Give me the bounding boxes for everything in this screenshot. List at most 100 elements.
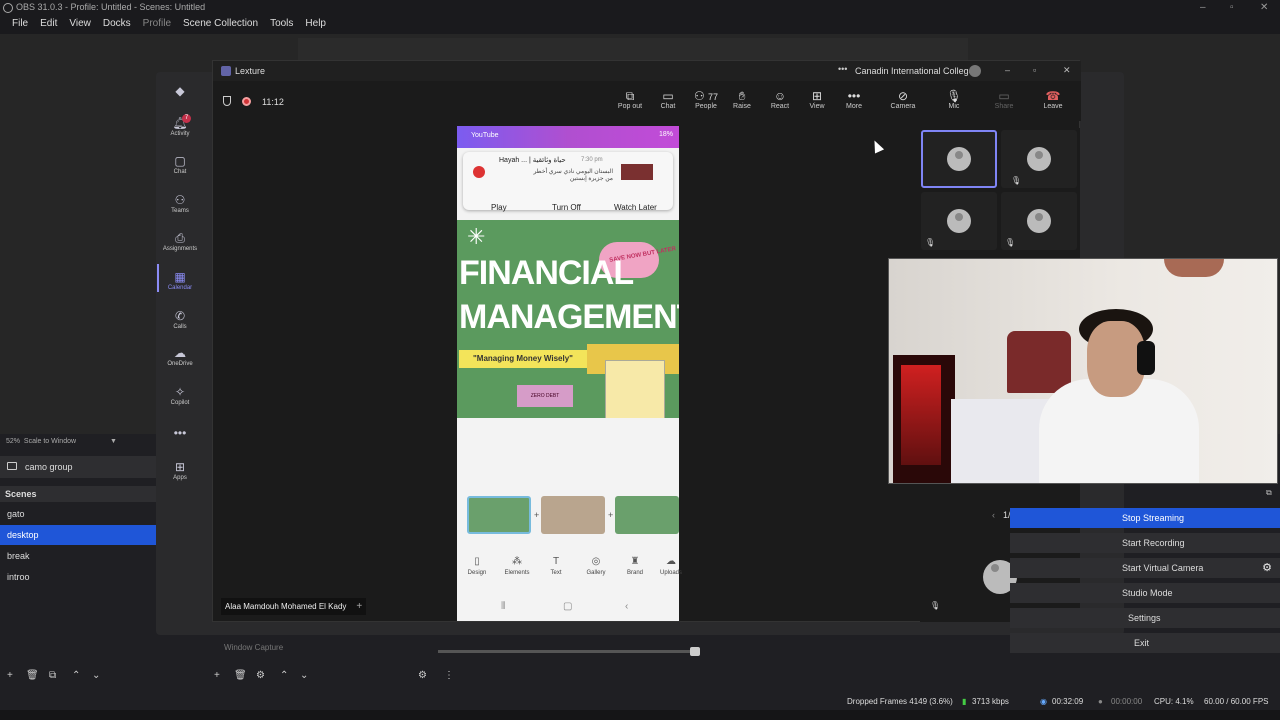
teams-icon: ⚇ [174,193,186,207]
notif-turnoff: Turn Off [552,203,581,212]
popout-button[interactable]: ⧉ Pop out [613,89,647,110]
chevron-down-icon[interactable]: ▼ [110,438,117,445]
chat-icon: ▢ [174,154,186,168]
rail-copilot[interactable]: ✧ Copilot [160,385,200,406]
menu-docks[interactable]: Docks [97,16,137,34]
mic-button[interactable]: 🎙︎ Mic [937,89,971,110]
chat-button[interactable]: ▭ Chat [651,89,685,110]
people-button[interactable]: ⚇ 77 People [689,89,723,110]
participant-tile[interactable] [921,130,997,188]
grid-icon: ⊞ [811,89,823,103]
more-icon: ••• [847,89,861,103]
menu-tools[interactable]: Tools [264,16,299,34]
teams-logo-icon[interactable]: ◆ [160,84,200,99]
rail-calls[interactable]: ✆ Calls [160,309,200,330]
menu-profile[interactable]: Profile [137,16,177,34]
scene-item[interactable]: introo [0,567,156,587]
account-avatar[interactable] [969,65,981,77]
hangup-icon: ☎︎ [1045,89,1061,103]
more-options-icon[interactable]: ••• [838,64,847,74]
record-time: 00:00:00 [1111,697,1143,706]
participant-tile[interactable]: 🎙︎ [1001,130,1077,188]
filter-icon[interactable]: ⧉ [49,670,56,681]
more-button[interactable]: ••• More [837,89,871,110]
minimize-icon[interactable]: – [1200,2,1206,13]
org-name: Canadin International College [855,66,974,76]
add-icon[interactable]: + [7,670,13,681]
rail-onedrive[interactable]: ☁ OneDrive [160,346,200,367]
hand [1164,259,1224,277]
settings-button[interactable]: Settings [1010,608,1280,628]
share-button[interactable]: ▭ Share [987,89,1021,110]
prev-page-icon[interactable]: ‹ [992,510,995,520]
scene-item[interactable]: break [0,546,156,566]
presentation-slide: ✳ SAVE NOW BUT LATER FINANCIAL MANAGEMEN… [457,220,679,430]
gear-icon[interactable]: ⚙ [418,670,427,681]
react-button[interactable]: ☺ React [763,89,797,110]
phone-statusbar: YouTube 18% [457,126,679,148]
menu-help[interactable]: Help [299,16,332,34]
menu-scene-collection[interactable]: Scene Collection [177,16,264,34]
minimize-icon[interactable]: – [1005,65,1010,75]
participant-tile[interactable]: 🎙︎ [1001,192,1077,250]
bitrate: 3713 kbps [972,697,1009,706]
bed-headboard [1007,331,1071,393]
battery-level: 18% [658,131,673,138]
rail-chat[interactable]: ▢ Chat [160,154,200,175]
scene-item[interactable]: desktop [0,525,156,545]
volume-slider[interactable] [438,647,700,656]
rail-more[interactable]: ••• [160,426,200,441]
down-icon[interactable]: ⌄ [300,670,308,681]
back-icon: ‹ [625,601,629,612]
apps-icon: ⊞ [174,460,186,474]
rail-active-indicator [157,264,159,292]
virtual-camera-button[interactable]: Start Virtual Camera ⚙ [1010,558,1280,578]
volume-knob[interactable] [690,647,700,656]
down-icon[interactable]: ⌄ [92,670,100,681]
close-icon[interactable]: ✕ [1260,2,1268,13]
slide-title-1: FINANCIAL [459,254,634,292]
camera-button[interactable]: ⊘ Camera [886,89,920,110]
maximize-icon[interactable]: ▫ [1230,2,1234,13]
rail-calendar[interactable]: ▦ Calendar [160,270,200,291]
menu-file[interactable]: File [6,16,34,34]
close-icon[interactable]: ✕ [1063,65,1071,76]
participant-tile[interactable]: 🎙︎ [921,192,997,250]
view-button[interactable]: ⊞ View [800,89,834,110]
menu-view[interactable]: View [63,16,97,34]
preview-zoom[interactable]: 52% Scale to Window ▼ [0,436,156,450]
pin-icon[interactable]: + [356,601,362,612]
exit-button[interactable]: Exit [1010,633,1280,653]
maximize-icon[interactable]: ▫ [1033,65,1036,75]
undock-icon[interactable]: ⧉ [1266,488,1272,498]
menu-edit[interactable]: Edit [34,16,63,34]
nested-obs-preview [298,38,968,62]
add-icon[interactable]: + [214,670,220,681]
up-icon[interactable]: ⌃ [280,670,288,681]
up-icon[interactable]: ⌃ [72,670,80,681]
raise-button[interactable]: ✋︎ Raise [725,89,759,110]
folder-icon [7,462,17,470]
rail-assignments[interactable]: ⎙ Assignments [160,231,200,252]
slide-quote: "Managing Money Wisely" [459,350,587,368]
source-group-row[interactable]: camo group [0,456,156,478]
studio-mode-button[interactable]: Studio Mode [1010,583,1280,603]
leave-button[interactable]: ☎︎ Leave [1036,89,1070,110]
trash-icon[interactable]: 🗑︎ [234,670,247,681]
window-capture-source[interactable]: Window Capture [224,643,283,652]
gear-icon[interactable]: ⚙ [256,670,265,681]
trash-icon[interactable]: 🗑︎ [26,670,39,681]
rail-teams[interactable]: ⚇ Teams [160,193,200,214]
smile-icon: ☺ [773,89,787,103]
start-recording-button[interactable]: Start Recording [1010,533,1280,553]
tool-gallery: ◎ Gallery [586,556,606,576]
rail-activity[interactable]: 🔔︎ Activity 7 [160,114,200,137]
notif-thumbnail [621,164,653,180]
more-icon[interactable]: ⋮ [444,670,454,681]
stop-streaming-button[interactable]: Stop Streaming [1010,508,1280,528]
gear-icon[interactable]: ⚙ [1262,561,1272,574]
mic-off-icon: 🎙︎ [925,238,936,247]
scene-item[interactable]: gato [0,504,156,524]
rail-apps[interactable]: ⊞ Apps [160,460,200,481]
slide-thumb [615,496,679,534]
